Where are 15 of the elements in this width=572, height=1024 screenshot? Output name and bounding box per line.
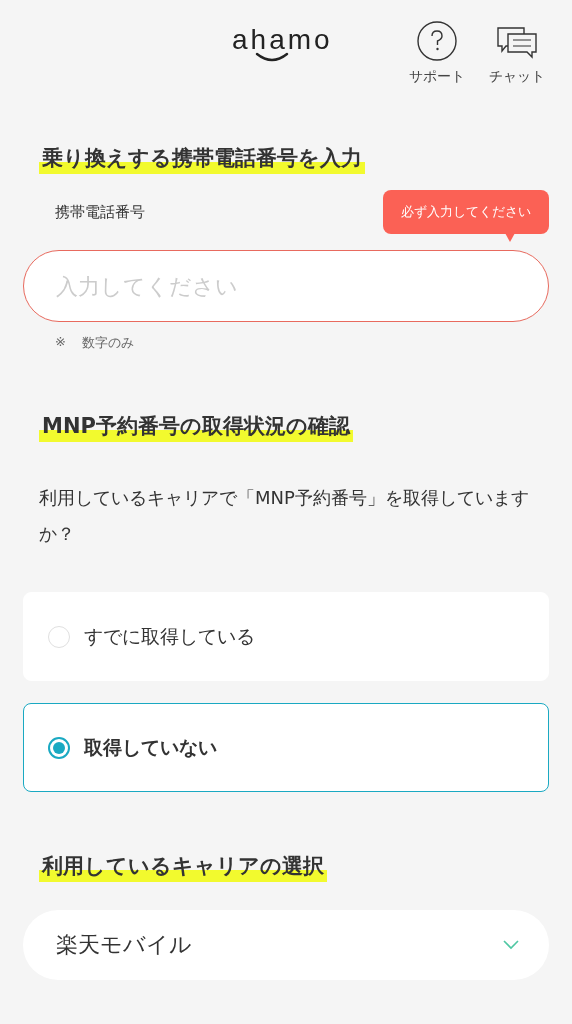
help-icon — [416, 20, 458, 62]
support-button[interactable]: サポート — [404, 18, 470, 86]
note-text: 数字のみ — [81, 334, 134, 352]
note-mark: ※ — [55, 334, 66, 351]
radio-option[interactable]: すでに取得している — [23, 592, 549, 681]
smile-icon — [255, 52, 290, 62]
logo: ahamo — [232, 24, 333, 56]
radio-option[interactable]: 取得していない — [23, 703, 549, 792]
question-text: 利用しているキャリアで「MNP予約番号」を取得していますか？ — [39, 486, 530, 546]
field-label: 携帯電話番号 — [55, 202, 145, 222]
chat-icon — [496, 26, 538, 62]
carrier-select[interactable]: 楽天モバイル — [23, 910, 549, 980]
chat-button[interactable]: チャット — [484, 18, 550, 86]
error-tooltip: 必ず入力してください — [383, 190, 549, 234]
chevron-down-icon — [503, 940, 519, 950]
